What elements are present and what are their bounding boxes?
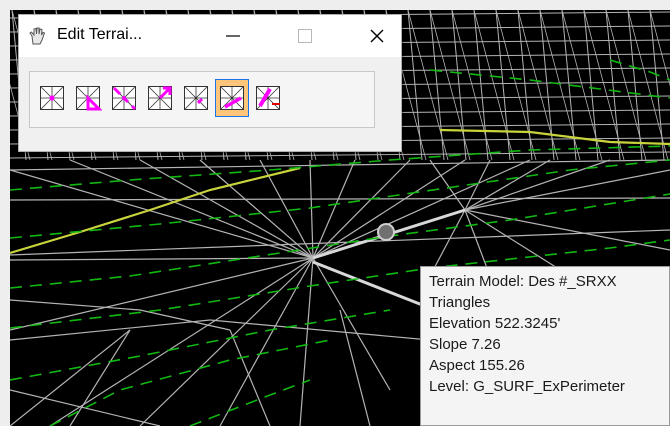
mesh-edge — [209, 319, 431, 341]
tri-flip-edge-icon — [148, 86, 172, 110]
hand-icon — [27, 26, 47, 46]
mesh-edge — [517, 10, 533, 161]
mesh-edge — [10, 151, 670, 159]
mesh-edge — [649, 10, 670, 87]
minor-contour — [49, 339, 331, 426]
mesh-edge — [605, 10, 621, 161]
minor-contour — [609, 59, 670, 81]
mesh-edge — [299, 257, 314, 426]
tool-button-7[interactable] — [251, 79, 285, 117]
cursor-locator — [377, 223, 395, 241]
mesh-edge — [229, 329, 271, 426]
mesh-edge — [339, 309, 371, 426]
close-button[interactable] — [353, 15, 401, 57]
mesh-edge — [429, 10, 445, 161]
tool-button-6[interactable] — [215, 79, 249, 117]
mesh-edge — [139, 257, 314, 426]
tooltip-slope: Slope 7.26 — [429, 336, 501, 353]
minimize-button[interactable] — [209, 15, 257, 57]
mesh-edge — [49, 257, 314, 426]
tool-button-1[interactable] — [35, 79, 69, 117]
edit-terrain-toolbox[interactable]: Edit Terrai... — [18, 14, 402, 152]
tool-button-5[interactable] — [179, 79, 213, 117]
major-contour — [10, 166, 301, 255]
minor-contour — [189, 379, 311, 426]
mesh-edge — [10, 159, 670, 171]
mesh-edge — [312, 159, 531, 259]
mesh-edge — [627, 10, 643, 161]
tri-delete-edge-icon — [184, 86, 208, 110]
tool-button-2[interactable] — [71, 79, 105, 117]
window-title: Edit Terrai... — [57, 26, 143, 43]
tool-button-3[interactable] — [107, 79, 141, 117]
mesh-edge — [451, 10, 467, 161]
tri-insert-point-icon — [40, 86, 64, 110]
mesh-edge — [219, 257, 314, 426]
tri-move-point-icon — [112, 86, 137, 111]
maximize-icon — [298, 29, 312, 43]
tooltip-aspect: Aspect 155.26 — [429, 357, 525, 374]
maximize-button[interactable] — [281, 15, 329, 57]
tri-edit-triangle-icon — [220, 86, 244, 110]
tri-delete-point-icon — [76, 86, 102, 111]
tool-button-4[interactable] — [143, 79, 177, 117]
mesh-edge — [473, 10, 489, 161]
selected-edge — [312, 260, 431, 310]
mesh-edge — [495, 10, 511, 161]
tooltip-feature: Triangles — [429, 294, 491, 311]
tool-row — [35, 79, 285, 119]
minimize-icon — [226, 35, 240, 37]
tri-delete-triangle-icon — [256, 86, 280, 110]
major-contour — [439, 128, 670, 146]
close-icon — [370, 29, 384, 43]
mesh-edge — [583, 10, 599, 161]
mesh-edge — [10, 169, 314, 259]
mesh-edge — [649, 10, 665, 161]
tooltip-elevation: Elevation 522.3245' — [429, 315, 561, 332]
mesh-edge — [10, 299, 141, 311]
terrain-info-tooltip: Terrain Model: Des #_SRXX Triangles Elev… — [420, 266, 670, 426]
mesh-edge — [312, 159, 466, 259]
mesh-edge — [10, 257, 314, 261]
mesh-edge — [10, 257, 314, 331]
tooltip-model: Terrain Model: Des #_SRXX — [429, 273, 617, 290]
mesh-edge — [10, 329, 131, 426]
mesh-edge — [539, 10, 555, 161]
mesh-edge — [10, 229, 670, 256]
tooltip-level: Level: G_SURF_ExPerimeter — [429, 378, 625, 395]
title-bar[interactable]: Edit Terrai... — [19, 15, 401, 57]
mesh-edge — [407, 10, 423, 161]
